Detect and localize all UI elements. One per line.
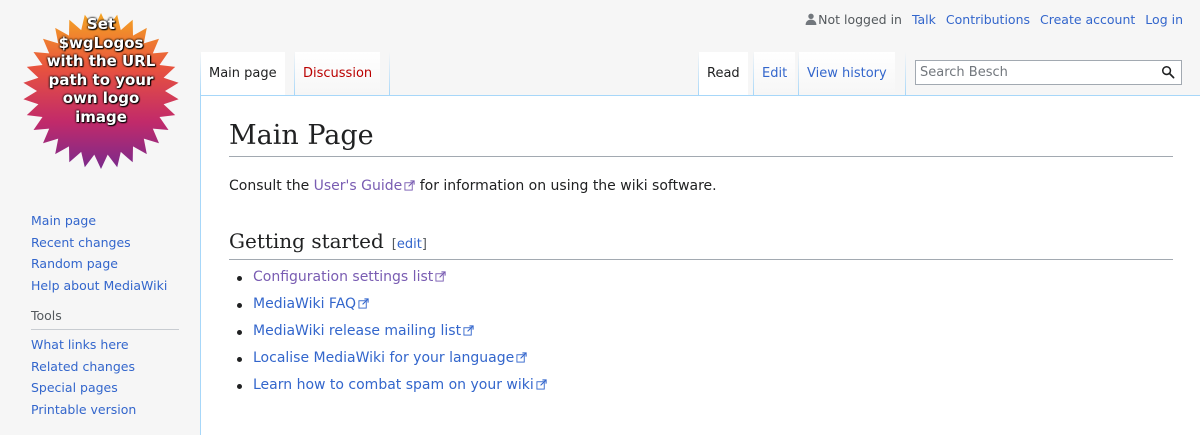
site-logo[interactable]: Set $wgLogos with the URL path to your o…: [22, 12, 180, 170]
intro-text-after: for information on using the wiki softwa…: [415, 178, 717, 194]
list-item: Learn how to combat spam on your wiki: [231, 372, 547, 399]
log-in-link[interactable]: Log in: [1145, 12, 1183, 27]
sidebar: Main page Recent changes Random page Hel…: [31, 210, 181, 420]
sidebar-item-main-page[interactable]: Main page: [31, 210, 181, 232]
tab-main-page[interactable]: Main page: [201, 52, 285, 95]
tools-heading: Tools: [31, 306, 179, 330]
section-heading-text: Getting started: [229, 229, 384, 253]
tab-edit[interactable]: Edit: [754, 52, 796, 95]
sidebar-item-printable-version[interactable]: Printable version: [31, 399, 181, 421]
not-logged-in-text: Not logged in: [818, 12, 902, 27]
contributions-link[interactable]: Contributions: [946, 12, 1030, 27]
logo-text: Set $wgLogos with the URL path to your o…: [46, 15, 156, 126]
external-link-icon: [536, 379, 547, 390]
create-account-link[interactable]: Create account: [1040, 12, 1135, 27]
release-mailing-list-link[interactable]: MediaWiki release mailing list: [253, 323, 474, 339]
sidebar-item-special-pages[interactable]: Special pages: [31, 377, 181, 399]
search-icon[interactable]: [1161, 65, 1175, 79]
users-guide-link[interactable]: User's Guide: [314, 178, 416, 194]
tab-view-history[interactable]: View history: [799, 52, 895, 95]
intro-paragraph: Consult the User's Guide for information…: [229, 178, 717, 194]
mediawiki-faq-link[interactable]: MediaWiki FAQ: [253, 296, 369, 312]
edit-section-link[interactable]: edit: [397, 237, 422, 252]
user-icon: [805, 13, 817, 25]
getting-started-list: Configuration settings list MediaWiki FA…: [231, 264, 547, 399]
external-link-icon: [463, 325, 474, 336]
navigation-portal: Main page Recent changes Random page Hel…: [31, 210, 181, 296]
edit-section: [edit]: [391, 237, 427, 252]
external-link-icon: [435, 271, 446, 282]
list-item: MediaWiki release mailing list: [231, 318, 547, 345]
external-link-icon: [404, 180, 415, 191]
external-link-icon: [516, 352, 527, 363]
localise-link[interactable]: Localise MediaWiki for your language: [253, 350, 527, 366]
list-item: Configuration settings list: [231, 264, 547, 291]
config-settings-link[interactable]: Configuration settings list: [253, 269, 446, 285]
search-box: [915, 60, 1182, 85]
tools-portal: What links here Related changes Special …: [31, 334, 181, 420]
combat-spam-link[interactable]: Learn how to combat spam on your wiki: [253, 377, 547, 393]
section-heading: Getting started [edit]: [229, 227, 1173, 260]
talk-link[interactable]: Talk: [912, 12, 936, 27]
list-item: MediaWiki FAQ: [231, 291, 547, 318]
personal-tools: Not logged in Talk Contributions Create …: [805, 12, 1183, 27]
sidebar-item-random-page[interactable]: Random page: [31, 253, 181, 275]
sidebar-item-related-changes[interactable]: Related changes: [31, 356, 181, 378]
search-input[interactable]: [916, 61, 1146, 84]
list-item: Localise MediaWiki for your language: [231, 345, 547, 372]
external-link-icon: [358, 298, 369, 309]
tab-discussion[interactable]: Discussion: [295, 52, 381, 95]
sidebar-item-recent-changes[interactable]: Recent changes: [31, 232, 181, 254]
tab-read[interactable]: Read: [699, 52, 748, 95]
main-content: Main Page Consult the User's Guide for i…: [200, 95, 1200, 435]
page-title: Main Page: [229, 116, 1173, 157]
sidebar-item-help[interactable]: Help about MediaWiki: [31, 275, 181, 297]
sidebar-item-what-links-here[interactable]: What links here: [31, 334, 181, 356]
intro-text-before: Consult the: [229, 178, 314, 194]
